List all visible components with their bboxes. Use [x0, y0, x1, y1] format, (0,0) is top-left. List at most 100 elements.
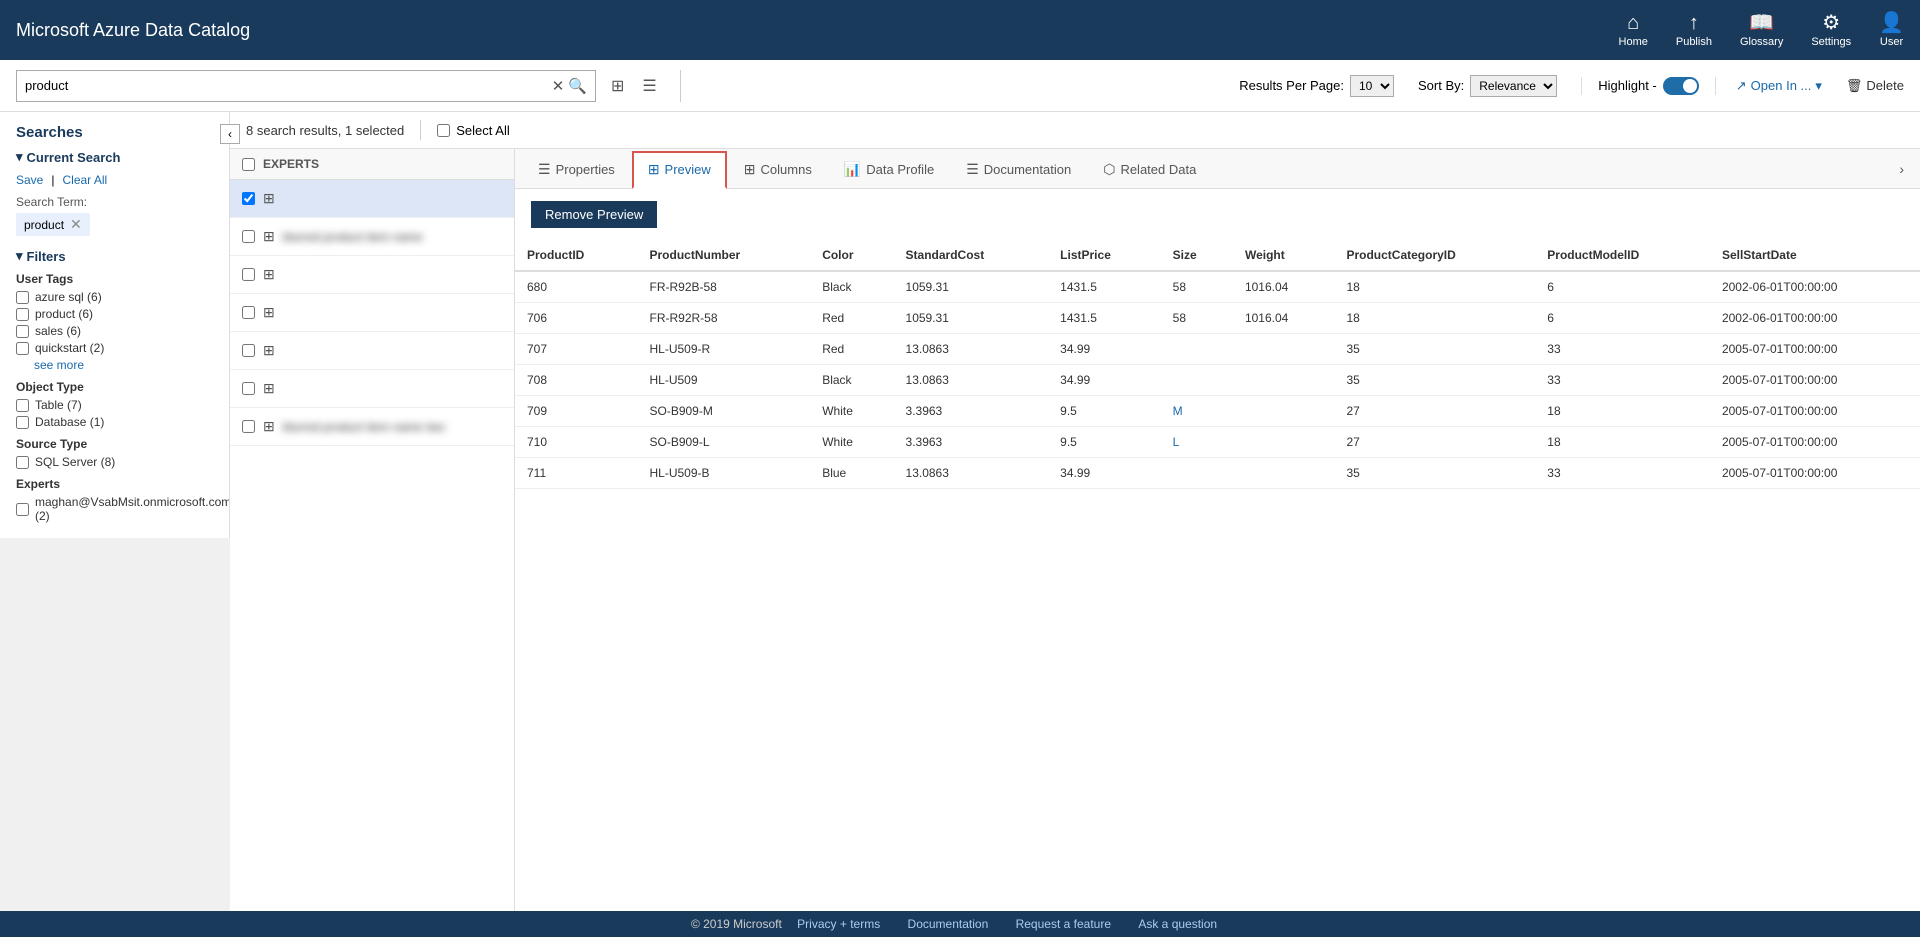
list-item-checkbox[interactable] [242, 420, 255, 433]
tab-data-profile[interactable]: 📊 Data Profile [829, 151, 949, 189]
sidebar-collapse-button[interactable]: ‹ [220, 124, 240, 144]
filter-quickstart-label[interactable]: quickstart (2) [35, 341, 104, 355]
col-listprice: ListPrice [1048, 240, 1160, 271]
select-all-checkbox[interactable] [437, 124, 450, 137]
tab-data-profile-label: Data Profile [866, 162, 934, 177]
cell-productmodelid: 18 [1535, 396, 1710, 427]
nav-glossary[interactable]: 📖 Glossary [1740, 13, 1783, 48]
table-icon: ⊞ [263, 380, 275, 397]
nav-settings[interactable]: ⚙ Settings [1811, 13, 1851, 48]
filter-sql-server-label[interactable]: SQL Server (8) [35, 455, 115, 469]
filter-product-label[interactable]: product (6) [35, 307, 93, 321]
search-icon[interactable]: 🔍 [568, 77, 587, 95]
list-item[interactable]: ⊞ blurred product item name [230, 218, 514, 256]
clear-all-link[interactable]: Clear All [62, 173, 107, 187]
list-item-checkbox[interactable] [242, 268, 255, 281]
list-item[interactable]: ⊞ blurred product item name two [230, 408, 514, 446]
object-type-label: Object Type [16, 380, 213, 394]
delete-button[interactable]: 🗑 Delete [1846, 78, 1904, 94]
current-search-label: Current Search [27, 150, 121, 165]
ask-question-link[interactable]: Ask a question [1138, 917, 1217, 931]
filter-expert-checkbox[interactable] [16, 503, 29, 516]
filter-sql-server-checkbox[interactable] [16, 456, 29, 469]
request-feature-link[interactable]: Request a feature [1016, 917, 1111, 931]
filter-table-checkbox[interactable] [16, 399, 29, 412]
clear-search-icon[interactable]: ✕ [552, 77, 565, 95]
cell-productnumber: HL-U509-R [637, 334, 810, 365]
content-area: 8 search results, 1 selected Select All … [230, 112, 1920, 911]
filter-azure-sql-label[interactable]: azure sql (6) [35, 290, 102, 304]
filter-database-checkbox[interactable] [16, 416, 29, 429]
filter-azure-sql-checkbox[interactable] [16, 291, 29, 304]
properties-icon: ☰ [538, 161, 551, 178]
nav-publish[interactable]: ↑ Publish [1676, 13, 1712, 48]
cell-productmodelid: 33 [1535, 365, 1710, 396]
nav-user[interactable]: 👤 User [1879, 13, 1904, 48]
filter-sales-checkbox[interactable] [16, 325, 29, 338]
list-item[interactable]: ⊞ [230, 256, 514, 294]
list-item-checkbox[interactable] [242, 230, 255, 243]
list-item[interactable]: ⊞ [230, 180, 514, 218]
filter-azure-sql: azure sql (6) [16, 290, 213, 304]
results-per-page-label: Results Per Page: [1239, 78, 1344, 93]
see-more-link[interactable]: see more [34, 358, 213, 372]
current-search-section[interactable]: ▾ Current Search [16, 149, 213, 165]
list-item-checkbox[interactable] [242, 382, 255, 395]
list-view-button[interactable]: ☰ [635, 71, 663, 101]
filter-database-label[interactable]: Database (1) [35, 415, 104, 429]
filter-product-checkbox[interactable] [16, 308, 29, 321]
cell-listprice: 1431.5 [1048, 303, 1160, 334]
cell-weight [1233, 396, 1334, 427]
filter-table-label[interactable]: Table (7) [35, 398, 82, 412]
cell-productnumber: HL-U509-B [637, 458, 810, 489]
cell-productid: 710 [515, 427, 637, 458]
cell-size: L [1161, 427, 1233, 458]
delete-icon: 🗑 [1846, 78, 1863, 94]
highlight-toggle[interactable] [1663, 77, 1699, 95]
list-item-checkbox[interactable] [242, 306, 255, 319]
list-item-checkbox[interactable] [242, 344, 255, 357]
table-row: 711HL-U509-BBlue13.086334.9935332005-07-… [515, 458, 1920, 489]
open-in-button[interactable]: ↗ Open In ... ▾ [1736, 78, 1822, 94]
cell-sellstartdate: 2005-07-01T00:00:00 [1710, 458, 1920, 489]
sort-by-select[interactable]: Relevance Name [1470, 75, 1557, 97]
list-header-checkbox[interactable] [242, 158, 255, 171]
list-item[interactable]: ⊞ [230, 370, 514, 408]
filter-sales-label[interactable]: sales (6) [35, 324, 81, 338]
table-row: 708HL-U509Black13.086334.9935332005-07-0… [515, 365, 1920, 396]
cell-productid: 680 [515, 271, 637, 303]
filters-section[interactable]: ▾ Filters [16, 248, 213, 264]
cell-link[interactable]: M [1173, 404, 1183, 418]
remove-preview-button[interactable]: Remove Preview [531, 201, 657, 228]
list-item[interactable]: ⊞ [230, 332, 514, 370]
cell-listprice: 34.99 [1048, 365, 1160, 396]
cell-productnumber: SO-B909-L [637, 427, 810, 458]
tab-columns[interactable]: ⊞ Columns [729, 151, 827, 189]
grid-view-button[interactable]: ⊞ [604, 71, 631, 101]
related-data-icon: ⬡ [1103, 161, 1115, 178]
preview-table: ProductID ProductNumber Color StandardCo… [515, 240, 1920, 489]
filter-expert-label[interactable]: maghan@VsabMsit.onmicrosoft.com (2) [35, 495, 230, 523]
nav-home[interactable]: ⌂ Home [1619, 13, 1648, 48]
privacy-link[interactable]: Privacy + terms [797, 917, 880, 931]
results-per-page-select[interactable]: 10 25 50 [1350, 75, 1394, 97]
tab-preview[interactable]: ⊞ Preview [632, 151, 727, 189]
filter-table: Table (7) [16, 398, 213, 412]
tab-properties[interactable]: ☰ Properties [523, 151, 630, 189]
documentation-link[interactable]: Documentation [908, 917, 989, 931]
cell-weight [1233, 458, 1334, 489]
tab-expand-button[interactable]: › [1891, 157, 1912, 181]
remove-search-term-button[interactable]: ✕ [70, 216, 82, 233]
select-all-wrapper: Select All [437, 123, 509, 138]
cell-standardcost: 13.0863 [894, 458, 1049, 489]
list-item-checkbox[interactable] [242, 192, 255, 205]
view-toggle: ⊞ ☰ [604, 71, 664, 101]
list-item[interactable]: ⊞ [230, 294, 514, 332]
cell-sellstartdate: 2005-07-01T00:00:00 [1710, 365, 1920, 396]
search-input[interactable] [25, 78, 548, 93]
cell-link[interactable]: L [1173, 435, 1180, 449]
save-link[interactable]: Save [16, 173, 43, 187]
tab-related-data[interactable]: ⬡ Related Data [1088, 151, 1211, 189]
filter-quickstart-checkbox[interactable] [16, 342, 29, 355]
tab-documentation[interactable]: ☰ Documentation [951, 151, 1086, 189]
